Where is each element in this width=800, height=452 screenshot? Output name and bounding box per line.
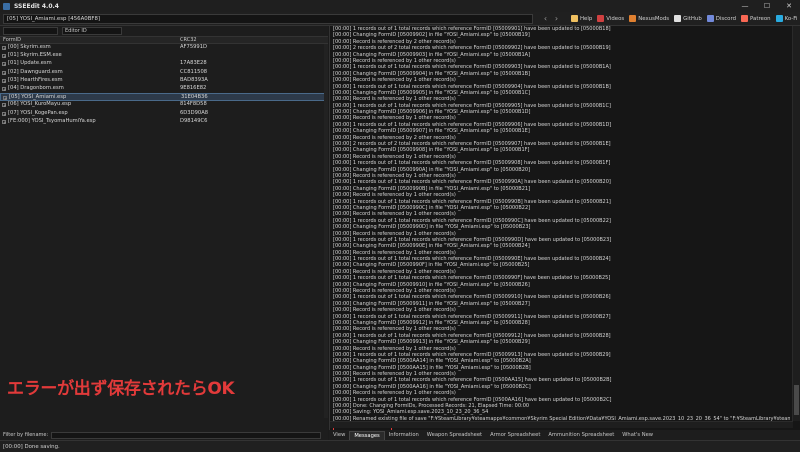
window-title: SSEEdit 4.0.4 [14, 2, 59, 10]
maximize-button[interactable]: ☐ [756, 0, 778, 12]
annotation-text: エラーが出ず保存されたらOK [7, 379, 235, 399]
message-log: [00:00] 1 records out of 1 total records… [333, 26, 790, 430]
tree-row[interactable]: + [06] YOSI_KuroMayu.esp 814F8D58 [0, 101, 328, 109]
link-label: NexusMods [638, 15, 670, 22]
tree-row[interactable]: + [07] YOSI_KogePan.esp 6D3D90A8 [0, 110, 328, 118]
bottom-tabs: View Messages Information Weapon Spreadshee… [329, 430, 800, 440]
nexusmods-icon [629, 15, 637, 22]
editor-id-filter-input[interactable]: Editor ID [62, 27, 122, 35]
vertical-scrollbar[interactable] [792, 26, 800, 421]
expand-icon[interactable]: + [2, 103, 6, 108]
link-label: Help [580, 15, 593, 22]
tree-row[interactable]: + [01] Skyrim.ESM.exe [0, 52, 328, 60]
expand-icon[interactable]: + [2, 62, 6, 67]
file-name: [01] Skyrim.ESM.exe [8, 52, 62, 59]
tree-header: FormID CRC32 [0, 36, 328, 44]
scroll-thumb[interactable] [794, 385, 799, 415]
link-label: Patreon [750, 15, 771, 22]
file-name: [07] YOSI_KogePan.esp [8, 109, 68, 116]
expand-icon[interactable]: + [2, 87, 6, 92]
link-label: Discord [715, 15, 737, 22]
file-crc: 9E816E82 [180, 85, 207, 91]
status-text: [00:00] Done saving. [3, 444, 60, 450]
record-path-field[interactable]: [05] YOSI_Amiami.esp [456A0BF8] [3, 14, 533, 24]
file-name: [03] HearthFires.esm [8, 76, 63, 83]
forward-arrow-icon[interactable]: › [551, 13, 562, 24]
expand-icon[interactable]: + [2, 46, 6, 51]
link-label: Videos [606, 15, 625, 22]
external-links: Help Videos NexusMods GitHub Discord Patreon K… [571, 13, 800, 24]
back-arrow-icon[interactable]: ‹ [540, 13, 551, 24]
file-name: [06] YOSI_KuroMayu.esp [8, 101, 72, 108]
tree-row[interactable]: + [02] Dawnguard.esm CC811508 [0, 69, 328, 77]
expand-icon[interactable]: + [2, 54, 6, 59]
left-pane: Editor ID FormID CRC32 + [00] Skyrim.esm A… [0, 26, 328, 430]
tree-row[interactable]: + [00] Skyrim.esm AF75991D [0, 44, 328, 52]
file-name: [04] Dragonborn.esm [8, 85, 64, 91]
expand-icon[interactable]: + [2, 78, 6, 83]
file-name: [01] Update.esm [8, 60, 52, 67]
filename-filter-label: Filter by filename: [3, 432, 49, 438]
discord-icon [706, 15, 714, 22]
file-tree: + [00] Skyrim.esm AF75991D + [01] Skyrim.ESM… [0, 44, 328, 418]
file-crc: 814F8D58 [180, 101, 207, 108]
file-name: [FE:000] YOSI_TsyomaHumiYa.esp [8, 117, 96, 124]
tab-messages[interactable]: Messages [349, 430, 385, 440]
minimize-button[interactable]: — [734, 0, 756, 12]
tree-row[interactable]: + [05] YOSI_Amiami.esp 31E04B36 [0, 93, 328, 101]
help-icon [571, 15, 578, 22]
tab-ammunition-spreadsheet[interactable]: Ammunition Spreadsheet [544, 431, 618, 440]
tree-row[interactable]: + [01] Update.esm 17A83E28 [0, 60, 328, 68]
file-name: [00] Skyrim.esm [8, 44, 51, 50]
link-help[interactable]: Help [571, 15, 592, 22]
link-videos[interactable]: Videos [597, 15, 624, 22]
expand-icon[interactable]: + [2, 111, 6, 116]
file-crc: AF75991D [180, 44, 208, 50]
navigation-arrows: ‹ › [540, 13, 562, 24]
link-ko-fi[interactable]: Ko-Fi [775, 15, 798, 22]
github-icon [674, 15, 682, 22]
tree-row[interactable]: + [03] HearthFires.esm BAD8393A [0, 77, 328, 85]
messages-pane: [00:00] 1 records out of 1 total records… [329, 26, 800, 440]
expand-icon[interactable]: + [3, 96, 7, 101]
file-crc: 17A83E28 [180, 60, 207, 67]
file-crc: CC811508 [180, 68, 208, 75]
file-crc: 6D3D90A8 [180, 109, 209, 116]
file-crc: D98149C6 [180, 117, 208, 124]
expand-icon[interactable]: + [2, 119, 6, 124]
column-crc32[interactable]: CRC32 [180, 37, 197, 44]
tab-what-s-new[interactable]: What's New [618, 431, 657, 440]
id-filter-row: Editor ID [0, 26, 328, 36]
tree-row[interactable]: + [FE:000] YOSI_TsyomaHumiYa.esp D98149C6 [0, 118, 328, 126]
column-formid[interactable]: FormID [3, 37, 21, 44]
close-button[interactable]: ✕ [778, 0, 800, 12]
toolbar: [05] YOSI_Amiami.esp [456A0BF8] ‹ › Help… [0, 12, 800, 26]
videos-icon [597, 15, 605, 22]
file-crc: BAD8393A [180, 76, 208, 83]
link-label: GitHub [683, 15, 702, 22]
tab-information[interactable]: Information [385, 431, 423, 440]
formid-filter-input[interactable] [3, 27, 58, 35]
filename-filter-row: Filter by filename: [0, 430, 328, 440]
tree-row[interactable]: + [04] Dragonborn.esm 9E816E82 [0, 85, 328, 93]
link-nexusmods[interactable]: NexusMods [629, 15, 669, 22]
app-icon [3, 2, 10, 10]
tab-weapon-spreadsheet[interactable]: Weapon Spreadsheet [423, 431, 486, 440]
tab-view[interactable]: View [329, 431, 349, 440]
link-label: Ko-Fi [784, 15, 798, 22]
filename-filter-input[interactable] [51, 431, 322, 439]
expand-icon[interactable]: + [2, 70, 6, 75]
title-bar: SSEEdit 4.0.4 — ☐ ✕ [0, 0, 800, 12]
tab-armor-spreadsheet[interactable]: Armor Spreadsheet [486, 431, 544, 440]
left-scrollbar[interactable] [324, 44, 328, 418]
patreon-icon [741, 15, 749, 22]
kofi-icon [775, 15, 783, 22]
link-github[interactable]: GitHub [674, 15, 702, 22]
file-name: [02] Dawnguard.esm [8, 68, 63, 75]
link-discord[interactable]: Discord [706, 15, 737, 22]
horizontal-scrollbar[interactable] [330, 421, 793, 428]
link-patreon[interactable]: Patreon [741, 15, 771, 22]
status-bar: [00:00] Done saving. [0, 440, 800, 452]
window-controls: — ☐ ✕ [734, 0, 800, 12]
